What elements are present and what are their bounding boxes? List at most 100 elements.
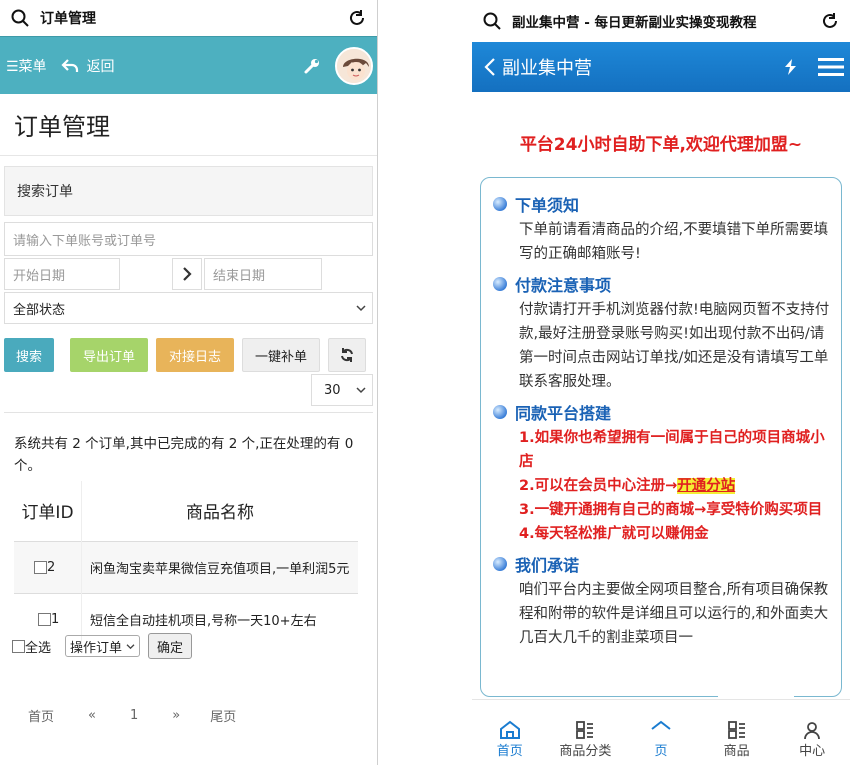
start-date-input[interactable]: 开始日期 xyxy=(4,258,120,290)
order-summary: 系统共有 2 个订单,其中已完成的有 2 个,正在处理的有 0 个。 xyxy=(14,436,354,474)
address-bar[interactable]: 订单管理 xyxy=(0,0,377,36)
home-icon xyxy=(651,720,671,730)
hamburger-menu-icon[interactable] xyxy=(818,56,844,78)
page-first[interactable]: 首页 xyxy=(28,706,54,725)
tab-label: 商品分类 xyxy=(559,744,612,759)
setup-line-1: 1.如果你也希望拥有一间属于自己的项目商城小店 xyxy=(519,430,825,470)
row-checkbox[interactable] xyxy=(34,560,47,574)
page-current[interactable]: 1 xyxy=(130,708,138,723)
section-title: 我们承诺 xyxy=(515,556,580,575)
column-header-id: 订单ID xyxy=(14,481,82,541)
page-size-value: 30 xyxy=(324,382,341,398)
pagination: 首页 « 1 » 尾页 xyxy=(28,706,236,725)
grid-icon xyxy=(576,721,594,739)
search-input[interactable]: 请输入下单账号或订单号 xyxy=(4,222,373,256)
section-title: 下单须知 xyxy=(515,196,580,215)
menu-button[interactable]: ☰菜单 xyxy=(6,56,47,76)
open-substation-link[interactable]: 开通分站 xyxy=(677,478,736,494)
tab-label: 中心 xyxy=(799,744,826,759)
site-header: 副业集中营 xyxy=(472,42,850,92)
section-promise: 我们承诺 咱们平台内主要做全网项目整合,所有项目确保教程和附带的软件是详细且可以… xyxy=(493,552,831,650)
chevron-down-icon xyxy=(126,643,135,649)
page-next[interactable]: » xyxy=(172,708,180,723)
product-name: 闲鱼淘宝卖苹果微信豆充值项目,一单利润5元 xyxy=(90,561,350,577)
banner-text: 平台24小时自助下单,欢迎代理加盟~ xyxy=(519,135,803,155)
back-arrow-icon xyxy=(61,58,78,72)
back-button[interactable]: 返回 xyxy=(61,56,115,76)
product-name: 短信全自动挂机项目,号称一天10+左右 xyxy=(90,613,317,629)
wrench-icon[interactable] xyxy=(303,57,321,75)
operate-orders-select[interactable]: 操作订单 xyxy=(65,635,141,657)
section-title: 付款注意事项 xyxy=(515,276,612,295)
search-icon[interactable] xyxy=(10,8,30,28)
tab-home[interactable]: 首页 xyxy=(472,700,548,765)
docking-log-button[interactable]: 对接日志 xyxy=(156,338,234,372)
select-all-label: 全选 xyxy=(25,640,52,656)
avatar[interactable] xyxy=(335,46,373,85)
status-select[interactable]: 全部状态 xyxy=(4,292,373,324)
tab-category[interactable]: 商品分类 xyxy=(548,700,624,765)
section-text: 下单前请看清商品的介绍,不要填错下单所需要填写的正确邮箱账号! xyxy=(519,222,829,262)
back-chevron-icon[interactable] xyxy=(484,57,496,77)
tab-page[interactable]: 页 xyxy=(623,700,699,765)
user-icon xyxy=(804,722,821,740)
bullet-icon xyxy=(493,277,507,291)
setup-line-2: 2.可以在会员中心注册→开通分站 xyxy=(493,474,831,498)
one-click-reorder-button[interactable]: 一键补单 xyxy=(242,338,320,372)
menu-label: ☰菜单 xyxy=(6,58,47,75)
chevron-down-icon xyxy=(356,387,366,394)
chevron-right-icon xyxy=(183,267,192,281)
back-label: 返回 xyxy=(86,58,115,75)
top-nav: ☰菜单 返回 xyxy=(0,36,377,94)
swap-icon[interactable] xyxy=(780,58,800,76)
end-date-input[interactable]: 结束日期 xyxy=(204,258,322,290)
bullet-icon xyxy=(493,557,507,571)
bullet-icon xyxy=(493,405,507,419)
address-bar[interactable]: 副业集中营 - 每日更新副业实操变现教程 xyxy=(472,0,850,42)
left-screen: 订单管理 ☰菜单 返回 订单管理 搜索订单 请输入下单账号或订单号 开始日期 结… xyxy=(0,0,378,765)
operate-orders-value: 操作订单 xyxy=(70,640,123,656)
status-select-value: 全部状态 xyxy=(13,302,66,318)
table-row[interactable]: 2 闲鱼淘宝卖苹果微信豆充值项目,一单利润5元 xyxy=(14,541,358,593)
search-panel: 搜索订单 请输入下单账号或订单号 开始日期 结束日期 全部状态 搜索 导出订单 … xyxy=(4,166,373,406)
grid-icon xyxy=(727,721,745,739)
page-prev[interactable]: « xyxy=(88,708,96,723)
row-checkbox[interactable] xyxy=(38,612,51,626)
section-text: 付款请打开手机浏览器付款!电脑网页暂不支持付款,最好注册登录账号购买!如出现付款… xyxy=(519,302,830,390)
search-icon[interactable] xyxy=(482,11,502,31)
section-platform-setup: 同款平台搭建 1.如果你也希望拥有一间属于自己的项目商城小店 2.可以在会员中心… xyxy=(493,400,831,546)
export-orders-button[interactable]: 导出订单 xyxy=(70,338,148,372)
chevron-down-icon xyxy=(356,305,366,312)
section-order-notes: 下单须知 下单前请看清商品的介绍,不要填错下单所需要填写的正确邮箱账号! xyxy=(493,192,831,266)
setup-line-4: 4.每天轻松推广就可以赚佣金 xyxy=(519,526,709,542)
right-screen: 副业集中营 - 每日更新副业实操变现教程 副业集中营 平台24小时自助下单,欢迎… xyxy=(472,0,850,765)
notice-box: 下单须知 下单前请看清商品的介绍,不要填错下单所需要填写的正确邮箱账号! 付款注… xyxy=(480,177,842,697)
setup-line-2-text: 2.可以在会员中心注册→ xyxy=(519,478,678,494)
address-title: 订单管理 xyxy=(40,11,96,27)
refresh-icon[interactable] xyxy=(820,11,840,31)
bottom-tab-bar: 首页 商品分类 页 商品 中心 xyxy=(472,699,850,765)
search-panel-title: 搜索订单 xyxy=(4,166,373,216)
section-title: 同款平台搭建 xyxy=(515,404,612,423)
tab-label: 页 xyxy=(654,744,668,759)
page-size-select[interactable]: 30 xyxy=(311,374,373,406)
orders-table: 订单ID 商品名称 2 闲鱼淘宝卖苹果微信豆充值项目,一单利润5元 1 短信全自… xyxy=(14,481,358,645)
select-all-checkbox[interactable] xyxy=(12,639,25,653)
order-id: 2 xyxy=(47,559,56,575)
setup-line-3: 3.一键开通拥有自己的商城→享受特价购买项目 xyxy=(519,502,823,518)
section-payment-notes: 付款注意事项 付款请打开手机浏览器付款!电脑网页暂不支持付款,最好注册登录账号购… xyxy=(493,272,831,394)
refresh-icon xyxy=(341,348,353,362)
bullet-icon xyxy=(493,197,507,211)
address-title: 副业集中营 - 每日更新副业实操变现教程 xyxy=(512,15,757,31)
orders-panel: 系统共有 2 个订单,其中已完成的有 2 个,正在处理的有 0 个。 订单ID … xyxy=(4,412,373,682)
home-icon xyxy=(499,720,520,739)
order-id: 1 xyxy=(51,611,60,627)
tab-products[interactable]: 商品 xyxy=(699,700,775,765)
refresh-icon[interactable] xyxy=(347,8,367,28)
search-button[interactable]: 搜索 xyxy=(4,338,54,372)
page-last[interactable]: 尾页 xyxy=(210,706,236,725)
refresh-button[interactable] xyxy=(328,338,366,372)
date-arrow-button[interactable] xyxy=(172,258,202,290)
confirm-button[interactable]: 确定 xyxy=(148,633,193,659)
tab-user-center[interactable]: 中心 xyxy=(774,700,850,765)
